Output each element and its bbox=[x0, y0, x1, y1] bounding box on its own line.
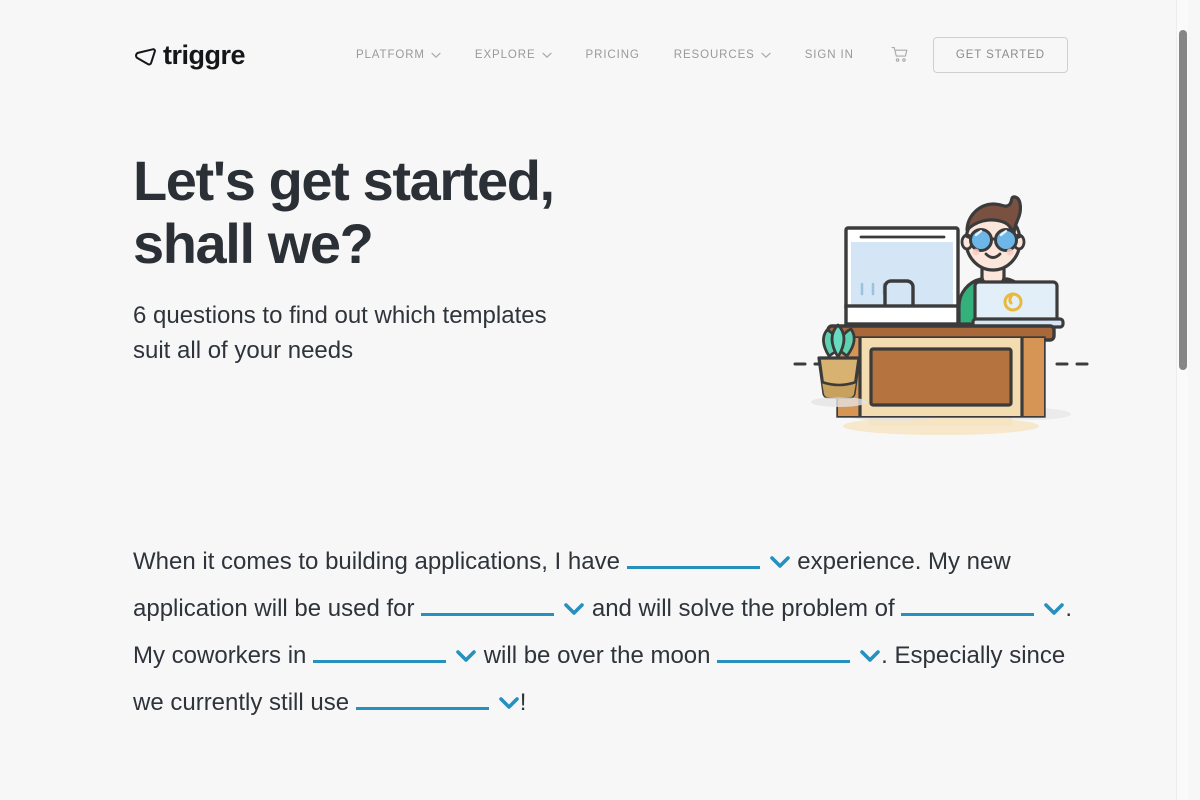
site-header: triggre PLATFORM EXPLORE PRICING RESOURC… bbox=[0, 0, 1188, 110]
get-started-button[interactable]: GET STARTED bbox=[932, 37, 1068, 73]
main-navigation: PLATFORM EXPLORE PRICING RESOURCES SIGN … bbox=[339, 37, 1068, 73]
current-tool-dropdown-line bbox=[355, 691, 489, 710]
application-usage-dropdown[interactable] bbox=[421, 597, 585, 616]
sentence-text-7: ! bbox=[519, 689, 527, 716]
nav-item-resources[interactable]: RESOURCES bbox=[657, 49, 788, 61]
nav-item-explore[interactable]: EXPLORE bbox=[458, 49, 569, 61]
chevron-down-icon bbox=[564, 603, 584, 615]
chevron-down-icon bbox=[431, 52, 441, 58]
chevron-down-icon bbox=[541, 52, 552, 58]
triggre-play-mark-icon bbox=[135, 47, 156, 65]
sentence-text-1: When it comes to building applications, … bbox=[133, 548, 627, 575]
person-at-desk-with-computer-illustration bbox=[781, 186, 1101, 451]
current-tool-dropdown[interactable] bbox=[355, 691, 520, 710]
page-subtitle: 6 questions to find out which templates … bbox=[133, 302, 547, 365]
department-dropdown-line bbox=[313, 644, 447, 663]
sentence-text-3: and will solve the problem of bbox=[585, 595, 902, 622]
chevron-down-icon bbox=[860, 650, 880, 662]
department-dropdown[interactable] bbox=[313, 644, 477, 663]
hero-section: Let's get started, shall we? 6 questions… bbox=[133, 149, 1089, 470]
questionnaire-sentence: When it comes to building applications, … bbox=[133, 538, 1083, 726]
reason-dropdown[interactable] bbox=[717, 644, 881, 663]
nav-item-explore-label: EXPLORE bbox=[474, 49, 536, 61]
nav-item-pricing[interactable]: PRICING bbox=[569, 49, 657, 61]
nav-item-sign-in[interactable]: SIGN IN bbox=[788, 49, 871, 61]
nav-item-platform[interactable]: PLATFORM bbox=[339, 49, 458, 61]
brand-name: triggre bbox=[163, 39, 246, 70]
nav-item-pricing-label: PRICING bbox=[585, 49, 640, 61]
nav-item-resources-label: RESOURCES bbox=[673, 49, 755, 61]
page-scrollbar[interactable] bbox=[1176, 0, 1188, 800]
problem-dropdown[interactable] bbox=[901, 597, 1065, 616]
experience-level-dropdown-line bbox=[626, 550, 760, 569]
page-root: triggre PLATFORM EXPLORE PRICING RESOURC… bbox=[0, 0, 1188, 800]
chevron-down-icon bbox=[456, 650, 476, 662]
reason-dropdown-line bbox=[717, 644, 851, 663]
cart-button[interactable] bbox=[871, 46, 925, 64]
nav-item-platform-label: PLATFORM bbox=[355, 49, 425, 61]
application-usage-dropdown-line bbox=[421, 597, 555, 616]
chevron-down-icon bbox=[498, 697, 519, 709]
chevron-down-icon bbox=[761, 52, 771, 58]
shopping-cart-icon bbox=[891, 47, 908, 62]
problem-dropdown-line bbox=[901, 597, 1035, 616]
chevron-down-icon bbox=[1044, 603, 1065, 615]
page-scrollbar-thumb[interactable] bbox=[1179, 30, 1187, 370]
nav-item-sign-in-label: SIGN IN bbox=[804, 49, 854, 61]
experience-level-dropdown[interactable] bbox=[626, 550, 791, 569]
sentence-text-5: will be over the moon bbox=[477, 642, 718, 669]
brand-logo[interactable]: triggre bbox=[133, 39, 246, 70]
chevron-down-icon bbox=[769, 556, 790, 568]
